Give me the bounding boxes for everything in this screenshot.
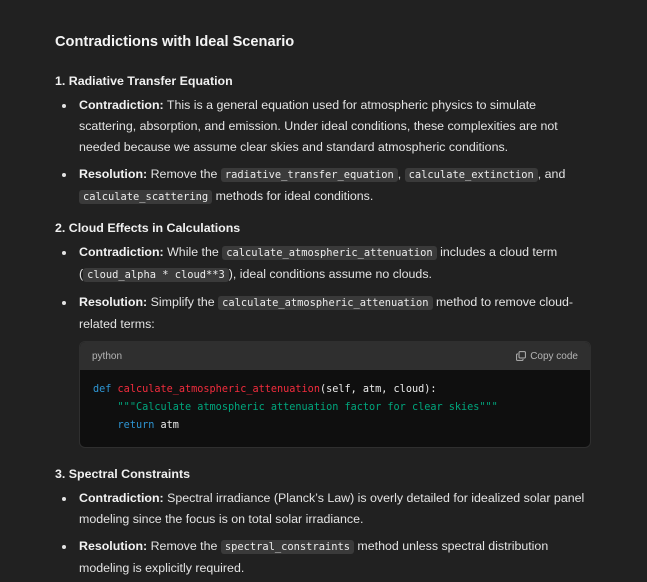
item-text: Simplify the	[147, 295, 219, 309]
inline-code: spectral_constraints	[220, 540, 354, 554]
section-heading-cloud-effects: 2. Cloud Effects in Calculations	[55, 221, 241, 235]
item-text: , and	[537, 167, 566, 181]
copy-icon	[516, 351, 527, 361]
item-label: Contradiction:	[79, 98, 164, 112]
item-label: Contradiction:	[79, 491, 164, 505]
section-list-radiative-transfer: Contradiction: This is a general equatio…	[55, 95, 595, 208]
list-item: Contradiction: This is a general equatio…	[55, 95, 595, 158]
inline-code: radiative_transfer_equation	[220, 168, 398, 182]
page-title: Contradictions with Ideal Scenario	[55, 34, 295, 50]
item-text: While the	[163, 245, 223, 259]
code-line: def calculate_atmospheric_attenuation(se…	[93, 384, 437, 395]
item-label: Contradiction:	[79, 245, 164, 259]
code-line: return atm	[117, 420, 179, 431]
code-content: def calculate_atmospheric_attenuation(se…	[80, 370, 590, 447]
section-heading-spectral-constraints: 3. Spectral Constraints	[55, 467, 190, 481]
bullet-icon	[62, 251, 66, 255]
code-line: """Calculate atmospheric attenuation fac…	[117, 402, 498, 413]
inline-code: calculate_atmospheric_attenuation	[218, 296, 433, 310]
item-label: Resolution:	[79, 295, 148, 309]
bullet-icon	[62, 497, 66, 501]
copy-code-button[interactable]: Copy code	[516, 346, 578, 367]
list-item: Contradiction: Spectral irradiance (Plan…	[55, 488, 595, 530]
section-list-spectral-constraints: Contradiction: Spectral irradiance (Plan…	[55, 488, 595, 579]
bullet-icon	[62, 545, 66, 549]
item-label: Resolution:	[79, 539, 148, 553]
bullet-icon	[62, 301, 66, 305]
bullet-icon	[62, 173, 66, 177]
inline-code: calculate_scattering	[79, 190, 213, 204]
chat-message: Contradictions with Ideal Scenario 1. Ra…	[55, 29, 595, 582]
copy-code-label: Copy code	[530, 350, 578, 362]
code-block: python Copy code def calculate_atmospher…	[79, 341, 591, 448]
item-label: Resolution:	[79, 167, 148, 181]
item-text: ,	[397, 167, 405, 181]
section-heading-radiative-transfer: 1. Radiative Transfer Equation	[55, 74, 233, 88]
list-item: Contradiction: While the calculate_atmos…	[55, 242, 595, 286]
list-item: Resolution: Remove the spectral_constrai…	[55, 536, 595, 579]
item-text: Remove the	[147, 539, 221, 553]
list-item: Resolution: Remove the radiative_transfe…	[55, 164, 595, 208]
code-language-label: python	[92, 350, 123, 362]
item-text: ), ideal conditions assume no clouds.	[228, 267, 432, 281]
bullet-icon	[62, 104, 66, 108]
item-text: methods for ideal conditions.	[212, 189, 374, 203]
item-text: Remove the	[147, 167, 221, 181]
section-list-cloud-effects: Contradiction: While the calculate_atmos…	[55, 242, 595, 335]
inline-code: calculate_extinction	[404, 168, 538, 182]
inline-code: calculate_atmospheric_attenuation	[222, 246, 437, 260]
code-block-header: python Copy code	[80, 342, 590, 370]
list-item: Resolution: Simplify the calculate_atmos…	[55, 292, 595, 335]
inline-code: cloud_alpha * cloud**3	[83, 268, 229, 282]
